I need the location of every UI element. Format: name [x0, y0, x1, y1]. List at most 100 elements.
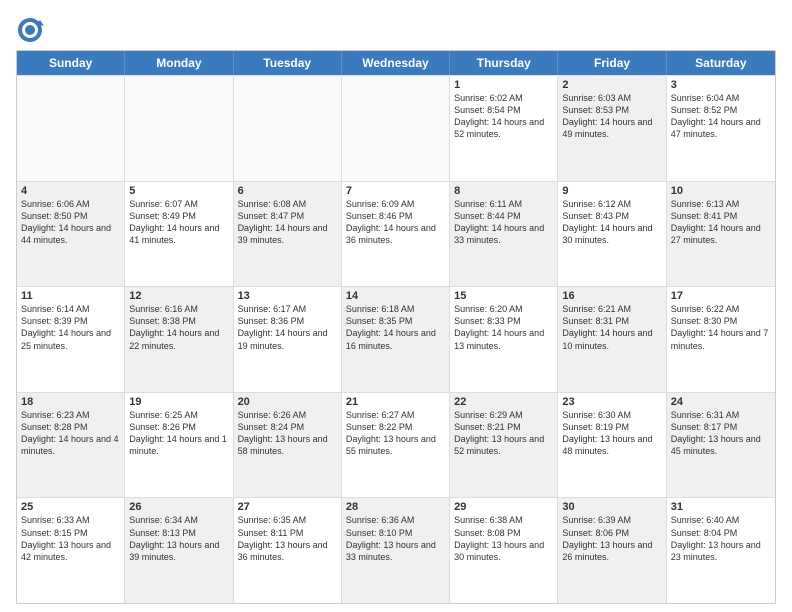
calendar-cell: 30Sunrise: 6:39 AM Sunset: 8:06 PM Dayli…: [558, 498, 666, 603]
logo-icon: [16, 16, 44, 44]
calendar: SundayMondayTuesdayWednesdayThursdayFrid…: [16, 50, 776, 604]
calendar-cell: 26Sunrise: 6:34 AM Sunset: 8:13 PM Dayli…: [125, 498, 233, 603]
calendar-cell: 29Sunrise: 6:38 AM Sunset: 8:08 PM Dayli…: [450, 498, 558, 603]
calendar-cell: 13Sunrise: 6:17 AM Sunset: 8:36 PM Dayli…: [234, 287, 342, 392]
cell-text: Sunrise: 6:40 AM Sunset: 8:04 PM Dayligh…: [671, 514, 771, 563]
day-number: 28: [346, 501, 445, 513]
calendar-cell: 15Sunrise: 6:20 AM Sunset: 8:33 PM Dayli…: [450, 287, 558, 392]
calendar-cell: 7Sunrise: 6:09 AM Sunset: 8:46 PM Daylig…: [342, 182, 450, 287]
cell-text: Sunrise: 6:29 AM Sunset: 8:21 PM Dayligh…: [454, 409, 553, 458]
calendar-header-cell: Saturday: [667, 51, 775, 75]
cell-text: Sunrise: 6:35 AM Sunset: 8:11 PM Dayligh…: [238, 514, 337, 563]
calendar-header-cell: Thursday: [450, 51, 558, 75]
day-number: 30: [562, 501, 661, 513]
calendar-cell: 8Sunrise: 6:11 AM Sunset: 8:44 PM Daylig…: [450, 182, 558, 287]
day-number: 22: [454, 396, 553, 408]
header: [16, 12, 776, 44]
calendar-cell: 4Sunrise: 6:06 AM Sunset: 8:50 PM Daylig…: [17, 182, 125, 287]
logo: [16, 16, 48, 44]
calendar-cell: 22Sunrise: 6:29 AM Sunset: 8:21 PM Dayli…: [450, 393, 558, 498]
cell-text: Sunrise: 6:03 AM Sunset: 8:53 PM Dayligh…: [562, 92, 661, 141]
calendar-cell: 20Sunrise: 6:26 AM Sunset: 8:24 PM Dayli…: [234, 393, 342, 498]
calendar-header-row: SundayMondayTuesdayWednesdayThursdayFrid…: [17, 51, 775, 75]
calendar-body: 1Sunrise: 6:02 AM Sunset: 8:54 PM Daylig…: [17, 75, 775, 603]
calendar-cell: 16Sunrise: 6:21 AM Sunset: 8:31 PM Dayli…: [558, 287, 666, 392]
cell-text: Sunrise: 6:33 AM Sunset: 8:15 PM Dayligh…: [21, 514, 120, 563]
page: SundayMondayTuesdayWednesdayThursdayFrid…: [0, 0, 792, 612]
day-number: 12: [129, 290, 228, 302]
day-number: 17: [671, 290, 771, 302]
day-number: 4: [21, 185, 120, 197]
day-number: 31: [671, 501, 771, 513]
day-number: 6: [238, 185, 337, 197]
calendar-cell: 6Sunrise: 6:08 AM Sunset: 8:47 PM Daylig…: [234, 182, 342, 287]
day-number: 9: [562, 185, 661, 197]
calendar-header-cell: Monday: [125, 51, 233, 75]
calendar-cell: 12Sunrise: 6:16 AM Sunset: 8:38 PM Dayli…: [125, 287, 233, 392]
day-number: 3: [671, 79, 771, 91]
day-number: 19: [129, 396, 228, 408]
day-number: 24: [671, 396, 771, 408]
day-number: 23: [562, 396, 661, 408]
cell-text: Sunrise: 6:27 AM Sunset: 8:22 PM Dayligh…: [346, 409, 445, 458]
calendar-cell: 18Sunrise: 6:23 AM Sunset: 8:28 PM Dayli…: [17, 393, 125, 498]
cell-text: Sunrise: 6:22 AM Sunset: 8:30 PM Dayligh…: [671, 303, 771, 352]
cell-text: Sunrise: 6:34 AM Sunset: 8:13 PM Dayligh…: [129, 514, 228, 563]
day-number: 15: [454, 290, 553, 302]
cell-text: Sunrise: 6:39 AM Sunset: 8:06 PM Dayligh…: [562, 514, 661, 563]
cell-text: Sunrise: 6:23 AM Sunset: 8:28 PM Dayligh…: [21, 409, 120, 458]
calendar-row: 18Sunrise: 6:23 AM Sunset: 8:28 PM Dayli…: [17, 392, 775, 498]
calendar-cell: 25Sunrise: 6:33 AM Sunset: 8:15 PM Dayli…: [17, 498, 125, 603]
day-number: 14: [346, 290, 445, 302]
cell-text: Sunrise: 6:18 AM Sunset: 8:35 PM Dayligh…: [346, 303, 445, 352]
cell-text: Sunrise: 6:26 AM Sunset: 8:24 PM Dayligh…: [238, 409, 337, 458]
calendar-cell: 31Sunrise: 6:40 AM Sunset: 8:04 PM Dayli…: [667, 498, 775, 603]
calendar-cell: [234, 76, 342, 181]
day-number: 16: [562, 290, 661, 302]
calendar-cell: 11Sunrise: 6:14 AM Sunset: 8:39 PM Dayli…: [17, 287, 125, 392]
cell-text: Sunrise: 6:09 AM Sunset: 8:46 PM Dayligh…: [346, 198, 445, 247]
cell-text: Sunrise: 6:06 AM Sunset: 8:50 PM Dayligh…: [21, 198, 120, 247]
calendar-cell: [125, 76, 233, 181]
calendar-cell: [342, 76, 450, 181]
calendar-cell: 14Sunrise: 6:18 AM Sunset: 8:35 PM Dayli…: [342, 287, 450, 392]
calendar-cell: 19Sunrise: 6:25 AM Sunset: 8:26 PM Dayli…: [125, 393, 233, 498]
calendar-cell: 24Sunrise: 6:31 AM Sunset: 8:17 PM Dayli…: [667, 393, 775, 498]
calendar-header-cell: Tuesday: [234, 51, 342, 75]
day-number: 11: [21, 290, 120, 302]
calendar-cell: 9Sunrise: 6:12 AM Sunset: 8:43 PM Daylig…: [558, 182, 666, 287]
cell-text: Sunrise: 6:30 AM Sunset: 8:19 PM Dayligh…: [562, 409, 661, 458]
day-number: 5: [129, 185, 228, 197]
cell-text: Sunrise: 6:11 AM Sunset: 8:44 PM Dayligh…: [454, 198, 553, 247]
calendar-cell: 28Sunrise: 6:36 AM Sunset: 8:10 PM Dayli…: [342, 498, 450, 603]
cell-text: Sunrise: 6:38 AM Sunset: 8:08 PM Dayligh…: [454, 514, 553, 563]
calendar-cell: 23Sunrise: 6:30 AM Sunset: 8:19 PM Dayli…: [558, 393, 666, 498]
cell-text: Sunrise: 6:08 AM Sunset: 8:47 PM Dayligh…: [238, 198, 337, 247]
calendar-cell: 5Sunrise: 6:07 AM Sunset: 8:49 PM Daylig…: [125, 182, 233, 287]
cell-text: Sunrise: 6:25 AM Sunset: 8:26 PM Dayligh…: [129, 409, 228, 458]
calendar-header-cell: Wednesday: [342, 51, 450, 75]
day-number: 25: [21, 501, 120, 513]
day-number: 2: [562, 79, 661, 91]
cell-text: Sunrise: 6:31 AM Sunset: 8:17 PM Dayligh…: [671, 409, 771, 458]
calendar-cell: 27Sunrise: 6:35 AM Sunset: 8:11 PM Dayli…: [234, 498, 342, 603]
day-number: 20: [238, 396, 337, 408]
calendar-cell: 1Sunrise: 6:02 AM Sunset: 8:54 PM Daylig…: [450, 76, 558, 181]
calendar-cell: 21Sunrise: 6:27 AM Sunset: 8:22 PM Dayli…: [342, 393, 450, 498]
cell-text: Sunrise: 6:14 AM Sunset: 8:39 PM Dayligh…: [21, 303, 120, 352]
day-number: 29: [454, 501, 553, 513]
day-number: 8: [454, 185, 553, 197]
day-number: 10: [671, 185, 771, 197]
day-number: 1: [454, 79, 553, 91]
calendar-cell: 10Sunrise: 6:13 AM Sunset: 8:41 PM Dayli…: [667, 182, 775, 287]
cell-text: Sunrise: 6:12 AM Sunset: 8:43 PM Dayligh…: [562, 198, 661, 247]
calendar-row: 1Sunrise: 6:02 AM Sunset: 8:54 PM Daylig…: [17, 75, 775, 181]
day-number: 27: [238, 501, 337, 513]
calendar-cell: 2Sunrise: 6:03 AM Sunset: 8:53 PM Daylig…: [558, 76, 666, 181]
cell-text: Sunrise: 6:17 AM Sunset: 8:36 PM Dayligh…: [238, 303, 337, 352]
day-number: 26: [129, 501, 228, 513]
cell-text: Sunrise: 6:13 AM Sunset: 8:41 PM Dayligh…: [671, 198, 771, 247]
calendar-row: 11Sunrise: 6:14 AM Sunset: 8:39 PM Dayli…: [17, 286, 775, 392]
cell-text: Sunrise: 6:21 AM Sunset: 8:31 PM Dayligh…: [562, 303, 661, 352]
cell-text: Sunrise: 6:16 AM Sunset: 8:38 PM Dayligh…: [129, 303, 228, 352]
